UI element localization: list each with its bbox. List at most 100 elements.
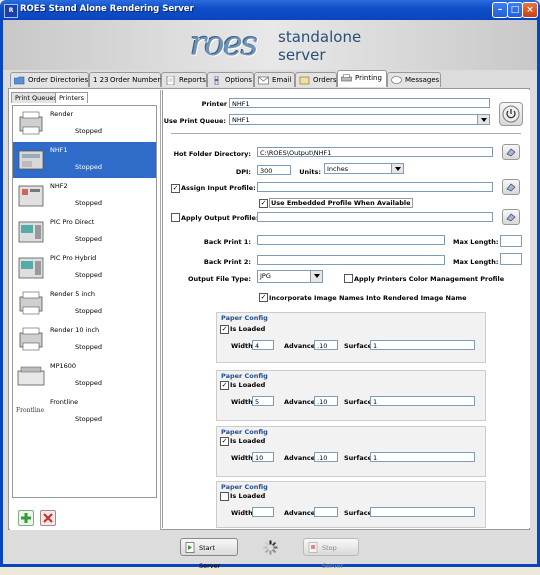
browse-output-profile-button[interactable] (502, 209, 520, 225)
max-length-1-input[interactable] (500, 235, 522, 247)
printer-list-item[interactable]: Render Stopped (13, 106, 156, 142)
tab-options[interactable]: Options (207, 72, 254, 87)
browse-input-profile-button[interactable] (502, 179, 520, 195)
printer-list-item[interactable]: Render 5 inch Stopped (13, 286, 156, 322)
printer-name: PIC Pro Direct (50, 218, 95, 226)
power-button[interactable] (499, 102, 523, 126)
printer-status: Stopped (75, 235, 103, 243)
printer-list-item[interactable]: MP1600 Stopped (13, 358, 156, 394)
back-print-1-input[interactable] (257, 235, 445, 245)
units-label: Units: (299, 168, 321, 176)
tab-label: Order Directories (28, 76, 89, 84)
printer-name-input[interactable]: NHF1 (229, 98, 490, 108)
tab-label: Messages (405, 76, 440, 84)
printer-thumbnail-icon (18, 185, 44, 207)
incorporate-names-checkbox[interactable]: ✓ (259, 293, 268, 302)
maximize-icon[interactable]: □ (507, 2, 523, 18)
assign-input-profile-label: Assign Input Profile: (181, 184, 256, 192)
printer-status: Stopped (75, 271, 103, 279)
units-select[interactable]: Inches (324, 163, 404, 174)
surface-input[interactable]: 1 (370, 452, 475, 462)
printer-name: NHF2 (50, 182, 68, 190)
printer-thumbnail-icon (17, 366, 45, 386)
printer-list-item[interactable]: PIC Pro Hybrid Stopped (13, 250, 156, 286)
start-server-button[interactable]: Start Server (180, 538, 238, 570)
browse-hot-folder-button[interactable] (502, 144, 520, 160)
dpi-input[interactable]: 300 (257, 165, 291, 175)
advance-input[interactable]: .10 (314, 396, 338, 406)
use-embedded-profile-label: Use Embedded Profile When Available (269, 198, 413, 208)
tab-messages[interactable]: Messages (387, 72, 441, 87)
assign-input-profile-checkbox[interactable]: ✓ (171, 184, 180, 193)
logo-line-1: standalone (278, 28, 362, 46)
back-print-2-input[interactable] (257, 255, 445, 265)
advance-input[interactable]: .10 (314, 452, 338, 462)
subtab-printers[interactable]: Printers (55, 92, 89, 103)
tab-reports[interactable]: Reports (161, 72, 207, 87)
app-icon: R (4, 4, 18, 18)
apply-output-profile-checkbox[interactable] (171, 213, 180, 222)
footer-bar: Start Server Stop Server (3, 532, 537, 570)
printer-status: Stopped (75, 307, 103, 315)
report-icon (166, 76, 175, 85)
is-loaded-checkbox[interactable]: ✓ (220, 381, 229, 390)
delete-printer-button[interactable] (40, 510, 56, 526)
printer-list-item[interactable]: PIC Pro Direct Stopped (13, 214, 156, 250)
is-loaded-checkbox[interactable]: ✓ (220, 437, 229, 446)
close-icon[interactable]: × (522, 2, 538, 18)
start-icon (185, 542, 195, 553)
print-queue-select[interactable]: NHF1 (229, 114, 490, 125)
output-file-type-select[interactable]: JPG (257, 270, 323, 283)
is-loaded-checkbox[interactable]: ✓ (220, 325, 229, 334)
printer-list-item[interactable]: Frontline Frontline Stopped (13, 394, 156, 430)
tab-label: Reports (179, 76, 206, 84)
stop-server-button[interactable]: Stop Server (303, 538, 359, 570)
folder-icon (14, 76, 25, 85)
surface-input[interactable]: 1 (370, 396, 475, 406)
width-input[interactable] (252, 507, 274, 517)
roes-logo: roes (190, 24, 258, 64)
browse-icon (506, 213, 516, 222)
surface-input[interactable] (370, 507, 475, 517)
apply-cm-profile-checkbox[interactable] (344, 274, 353, 283)
paper-config-title: Paper Config (221, 372, 268, 380)
header-banner: roes standalone server (3, 20, 537, 70)
tab-orders[interactable]: Orders (295, 72, 337, 87)
max-length-2-input[interactable] (500, 253, 522, 265)
is-loaded-label: Is Loaded (230, 381, 266, 389)
window-title: ROES Stand Alone Rendering Server (20, 4, 194, 14)
output-profile-input[interactable] (257, 212, 493, 222)
plus-icon (21, 513, 31, 523)
width-input[interactable]: 4 (252, 340, 274, 350)
tab-printing[interactable]: Printing (337, 70, 387, 87)
tab-order-directories[interactable]: Order Directories (10, 72, 89, 87)
width-input[interactable]: 5 (252, 396, 274, 406)
dpi-label: DPI: (235, 168, 251, 176)
printer-list-item[interactable]: Render 10 inch Stopped (13, 322, 156, 358)
add-printer-button[interactable] (18, 510, 34, 526)
printer-list: Render Stopped NHF1 Stopped NHF2 Stopped PIC P… (12, 105, 157, 498)
advance-input[interactable] (314, 507, 338, 517)
width-input[interactable]: 10 (252, 452, 274, 462)
check-icon: ✓ (172, 184, 179, 192)
tab-email[interactable]: Email (254, 72, 295, 87)
is-loaded-checkbox[interactable] (220, 492, 229, 501)
tab-order-numbers[interactable]: 1 23 Order Numbers (89, 72, 164, 87)
subtab-print-queues[interactable]: Print Queues (11, 92, 61, 103)
browse-icon (506, 183, 516, 192)
surface-input[interactable]: 1 (370, 340, 475, 350)
paper-config-2: Paper Config ✓ Is Loaded Width: 5 Advanc… (216, 370, 486, 421)
printer-icon (341, 74, 352, 82)
input-profile-input[interactable] (257, 182, 493, 192)
printer-thumbnail-icon (19, 111, 43, 135)
minimize-icon[interactable]: – (492, 2, 508, 18)
printer-list-item[interactable]: NHF2 Stopped (13, 178, 156, 214)
advance-input[interactable]: .10 (314, 340, 338, 350)
printer-status: Stopped (75, 415, 103, 423)
hot-folder-input[interactable]: C:\ROES\Output\NHF1 (257, 147, 493, 157)
check-icon: ✓ (221, 437, 228, 445)
print-queue-value: NHF1 (232, 116, 250, 124)
printer-list-item[interactable]: NHF1 Stopped (13, 142, 156, 178)
use-embedded-profile-checkbox[interactable]: ✓ (259, 199, 268, 208)
printer-thumbnail-icon (18, 150, 44, 170)
